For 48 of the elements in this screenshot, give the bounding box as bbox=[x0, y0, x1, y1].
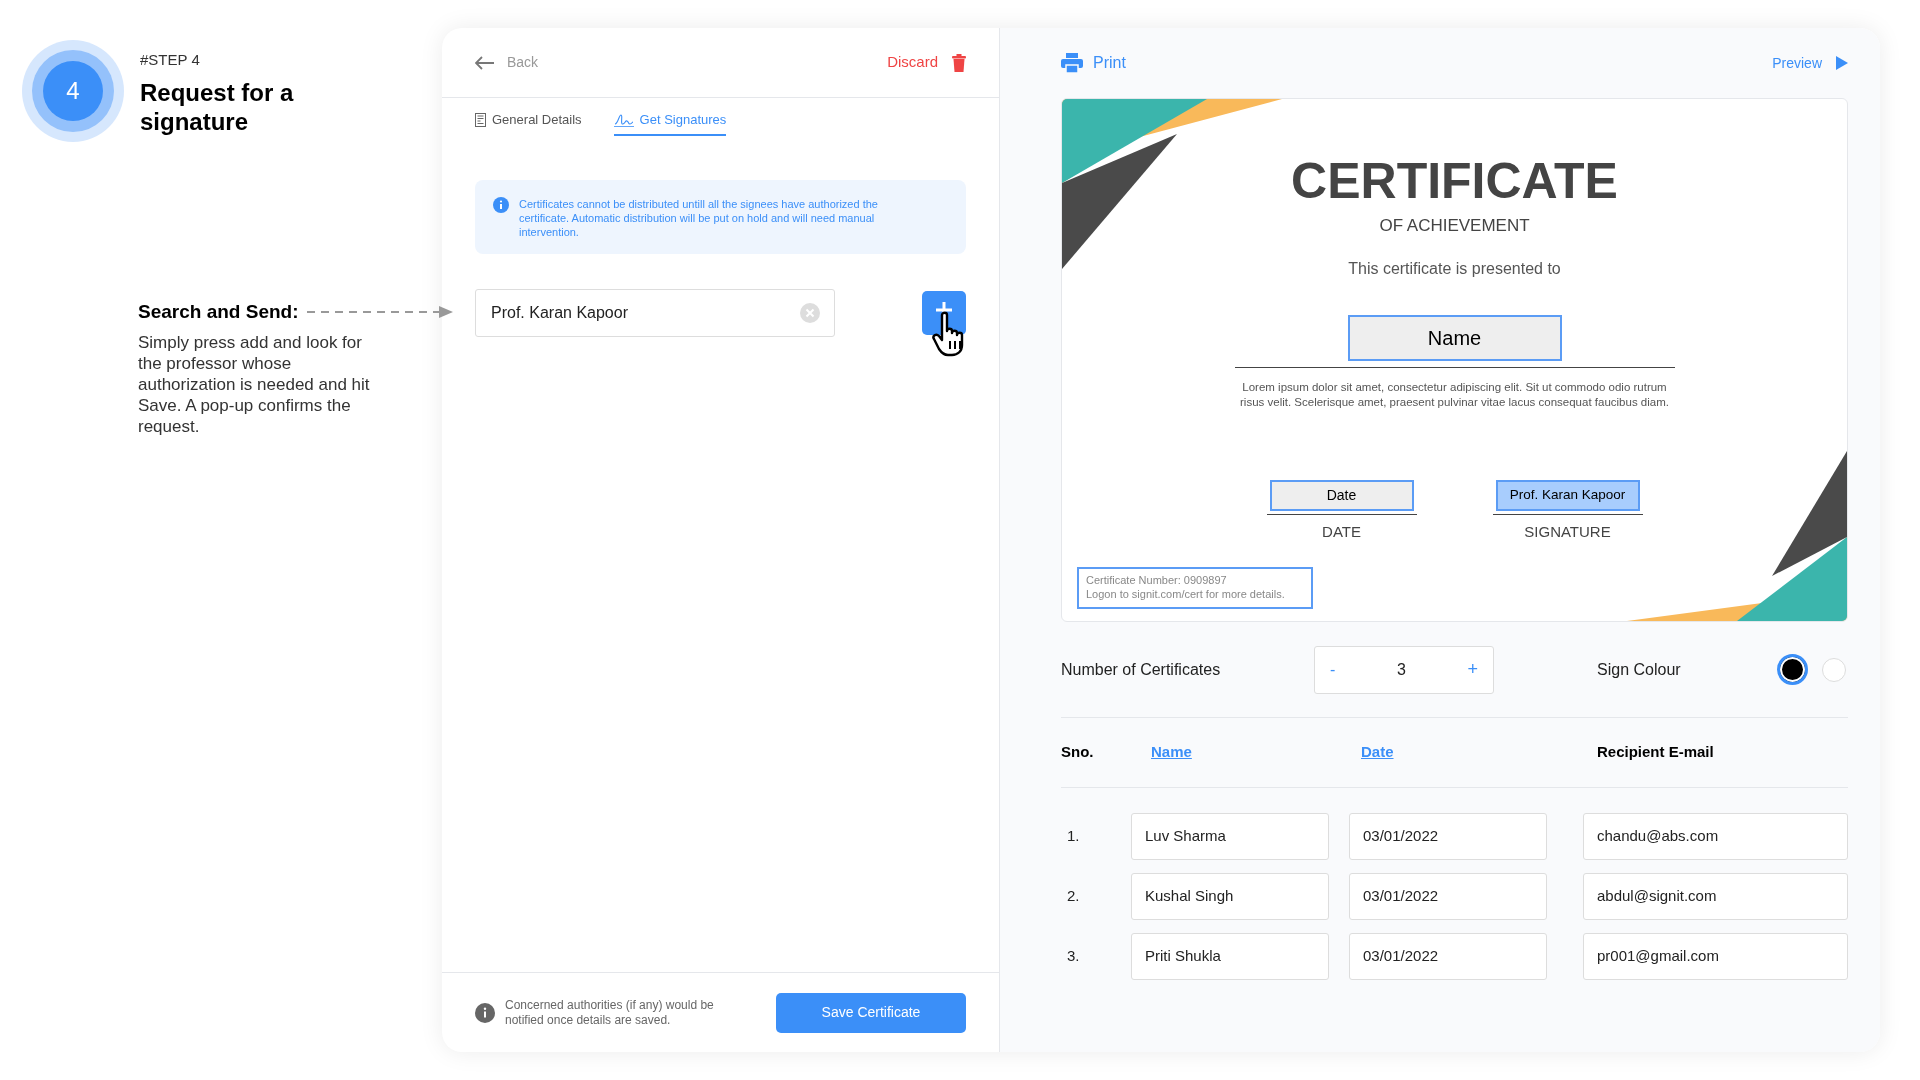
name-input[interactable]: Priti Shukla bbox=[1131, 933, 1329, 980]
tab[interactable]: General Details bbox=[475, 110, 582, 136]
signature-label: SIGNATURE bbox=[1524, 521, 1611, 542]
date-input[interactable]: 03/01/2022 bbox=[1349, 933, 1547, 980]
certificate-body-text: Lorem ipsum dolor sit amet, consectetur adipiscing elit. Sit ut commodo odio rutrum risus velit. Scelerisque amet, praesent pulvinar vitae lacus consequat faucibus diam. bbox=[1239, 379, 1670, 410]
email-input[interactable]: chandu@abs.com bbox=[1583, 813, 1848, 860]
step-title: Request for a signature bbox=[140, 77, 295, 136]
notice-text: Certificates cannot be distributed untill all the signees have authorized the certificate. Automatic distribution will be put on hold and will need manual intervention. bbox=[519, 196, 879, 239]
step-label: #STEP 4 bbox=[140, 50, 201, 70]
annotation-heading: Search and Send: bbox=[138, 300, 299, 324]
discard-button[interactable]: Discard bbox=[887, 51, 966, 74]
presented-text: This certificate is presented to bbox=[1348, 258, 1561, 279]
column-header: Recipient E-mail bbox=[1597, 742, 1715, 763]
play-icon bbox=[1836, 56, 1848, 70]
row-number: 3. bbox=[1066, 946, 1081, 967]
name-placeholder-field[interactable]: Name bbox=[1347, 314, 1562, 361]
column-header: Sno. bbox=[1061, 742, 1095, 763]
signature-icon bbox=[613, 112, 634, 127]
document-icon bbox=[475, 112, 486, 127]
row-number: 1. bbox=[1066, 826, 1081, 847]
row-number: 2. bbox=[1066, 886, 1081, 907]
date-input[interactable]: 03/01/2022 bbox=[1349, 873, 1547, 920]
count-value: 3 bbox=[1396, 659, 1406, 680]
annotation-text: Simply press add and look for the professor whose authorization is needed and hit Save. A pop-up confirms the request. bbox=[138, 332, 371, 437]
colour-swatch[interactable] bbox=[1777, 654, 1808, 685]
date-label: DATE bbox=[1322, 521, 1361, 542]
info-icon bbox=[493, 196, 509, 213]
search-field[interactable]: Prof. Karan Kapoor bbox=[475, 288, 835, 337]
email-input[interactable]: pr001@gmail.com bbox=[1583, 933, 1848, 980]
count-label: Number of Certificates bbox=[1061, 659, 1222, 680]
info-icon bbox=[475, 1002, 495, 1023]
step-number-badge: 4 bbox=[22, 40, 124, 142]
trash-icon bbox=[952, 53, 966, 72]
printer-icon bbox=[1061, 53, 1083, 73]
sign-colour-label: Sign Colour bbox=[1597, 659, 1681, 680]
logon-text: Logon to signit.com/cert for more details. bbox=[1086, 587, 1286, 601]
certificate-subtitle: OF ACHIEVEMENT bbox=[1379, 215, 1530, 237]
signature-field[interactable]: Prof. Karan Kapoor bbox=[1495, 479, 1640, 511]
add-button[interactable] bbox=[922, 290, 966, 335]
certificate-number-text: Certificate Number: 0909897 bbox=[1086, 573, 1228, 587]
arrow-left-icon bbox=[475, 55, 495, 70]
footer-note: Concerned authorities (if any) would be notified once details are saved. bbox=[505, 997, 715, 1028]
date-placeholder-field[interactable]: Date bbox=[1269, 479, 1414, 511]
email-input[interactable]: abdul@signit.com bbox=[1583, 873, 1848, 920]
name-input[interactable]: Luv Sharma bbox=[1131, 813, 1329, 860]
date-input[interactable]: 03/01/2022 bbox=[1349, 813, 1547, 860]
certificate-title: CERTIFICATE bbox=[1291, 153, 1618, 209]
name-input[interactable]: Kushal Singh bbox=[1131, 873, 1329, 920]
